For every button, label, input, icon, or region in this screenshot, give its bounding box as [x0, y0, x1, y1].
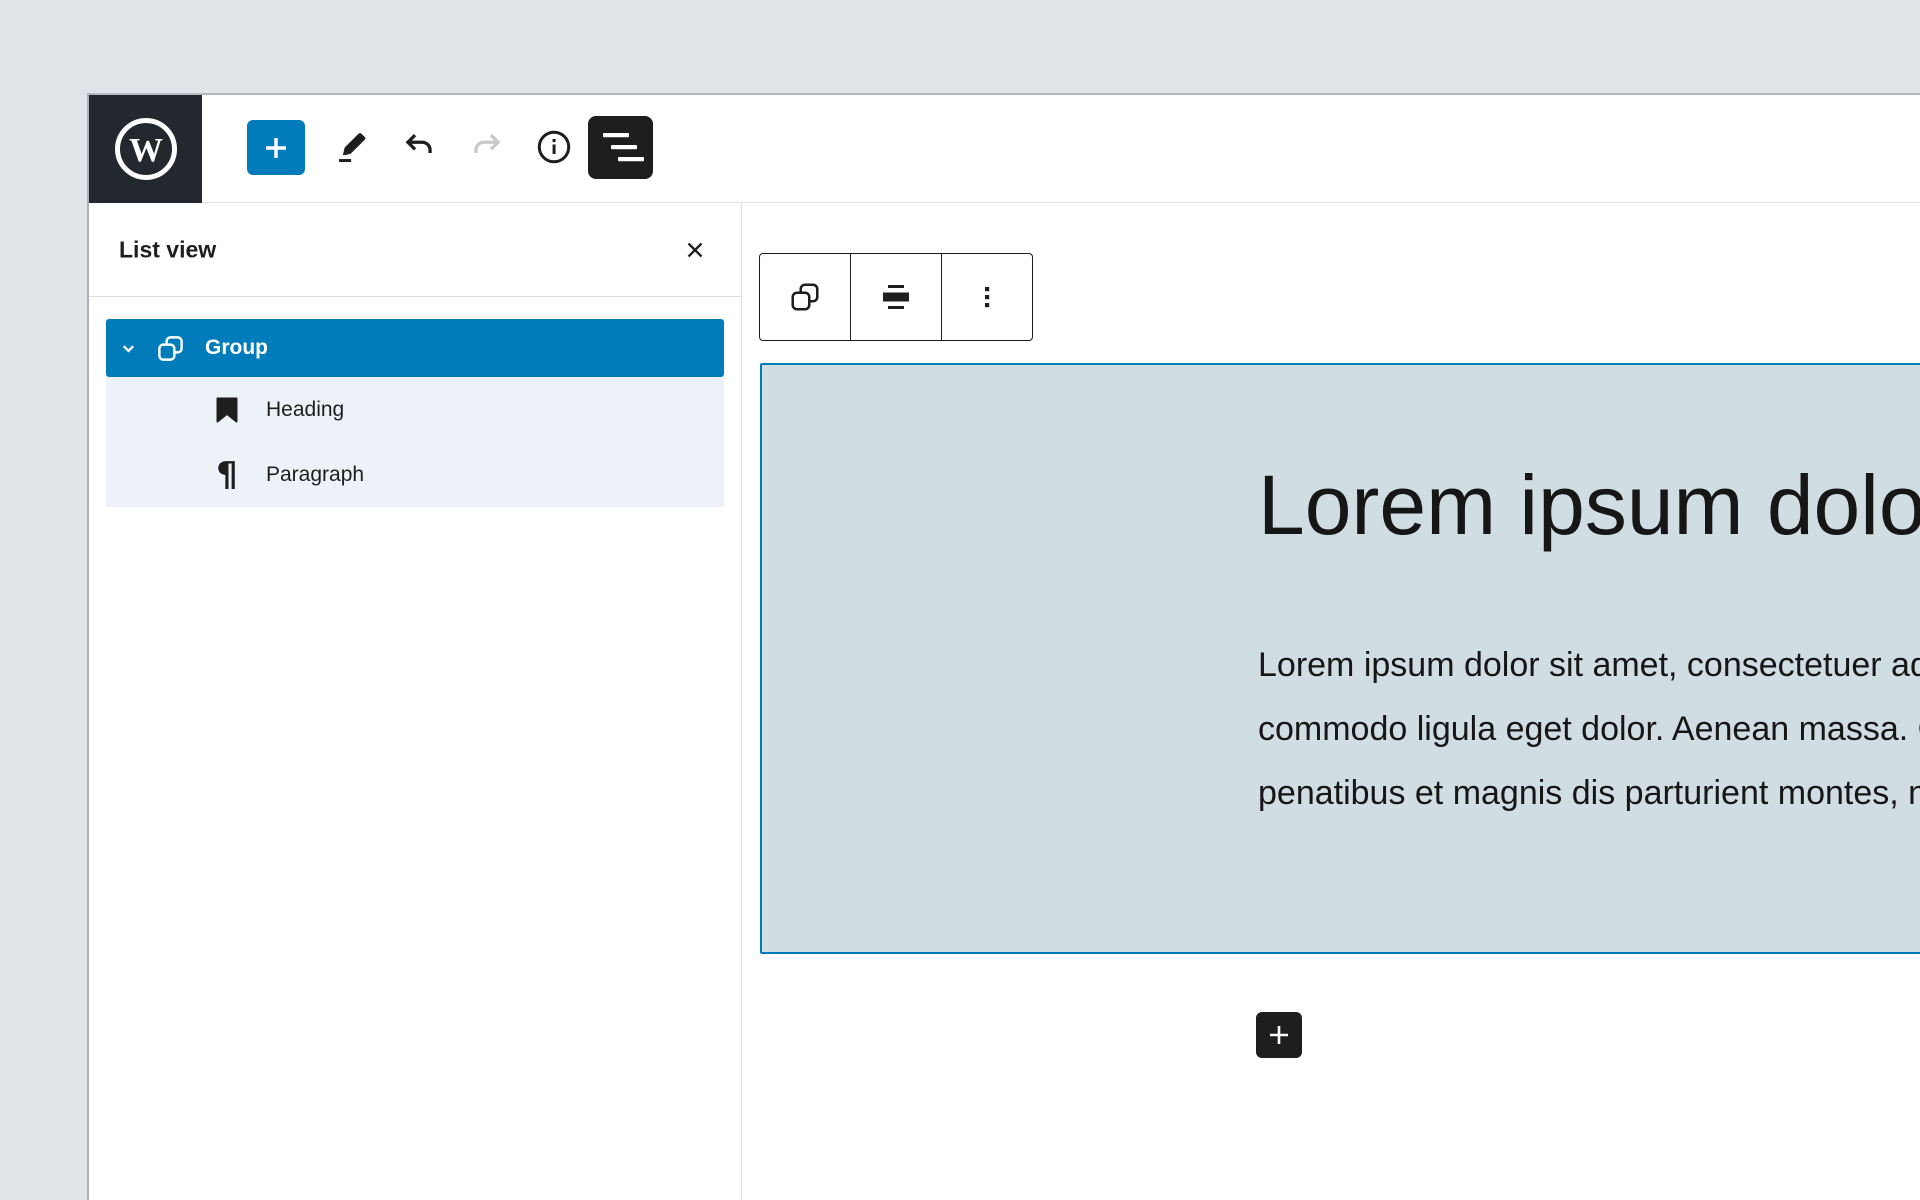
block-options-button[interactable] [942, 254, 1032, 340]
svg-text:W: W [129, 132, 163, 169]
editor-window: W [87, 93, 1920, 1200]
panel-title: List view [119, 236, 216, 263]
paragraph-line: penatibus et magnis dis parturient monte… [1258, 761, 1920, 825]
details-button[interactable] [532, 125, 576, 169]
paragraph-block[interactable]: Lorem ipsum dolor sit amet, consectetuer… [1258, 633, 1920, 825]
list-view-toggle-button[interactable] [588, 116, 653, 179]
top-toolbar: W [89, 95, 1920, 203]
tree-row-label: Heading [266, 398, 344, 422]
align-none-icon [878, 280, 914, 314]
change-alignment-button[interactable] [851, 254, 942, 340]
wordpress-logo-icon: W [113, 116, 179, 182]
undo-button[interactable] [397, 125, 441, 169]
tree-row-label: Paragraph [266, 463, 364, 487]
close-icon [683, 238, 707, 262]
pencil-icon [334, 128, 372, 166]
edit-mode-button[interactable] [331, 125, 375, 169]
undo-arrow-icon [400, 128, 438, 166]
paragraph-line: Lorem ipsum dolor sit amet, consectetuer… [1258, 633, 1920, 697]
tree-row-group[interactable]: Group [106, 319, 724, 377]
pilcrow-icon: ¶ [212, 458, 242, 492]
editor-canvas[interactable]: Lorem ipsum dolor sit amet Lorem ipsum d… [743, 203, 1920, 1200]
wordpress-menu-button[interactable]: W [89, 95, 202, 203]
plus-icon [1266, 1022, 1292, 1048]
heading-block[interactable]: Lorem ipsum dolor sit amet [1258, 455, 1920, 556]
transform-group-button[interactable] [760, 254, 851, 340]
tree-row-paragraph[interactable]: ¶ Paragraph [106, 442, 724, 507]
tree-row-label: Group [205, 336, 268, 360]
block-appender-button[interactable] [1256, 1012, 1302, 1058]
redo-button[interactable] [465, 125, 509, 169]
plus-icon [261, 133, 291, 163]
block-toolbar [759, 253, 1033, 341]
tree-row-heading[interactable]: Heading [106, 377, 724, 442]
redo-arrow-icon [468, 128, 506, 166]
selected-group-block[interactable]: Lorem ipsum dolor sit amet Lorem ipsum d… [760, 363, 1920, 954]
group-icon [156, 334, 185, 363]
list-view-icon [588, 116, 653, 179]
chevron-down-icon[interactable] [120, 340, 138, 357]
block-tree: Group Heading ¶ Paragraph [89, 297, 741, 507]
group-children: Heading ¶ Paragraph [106, 377, 724, 507]
list-view-panel-header: List view [89, 203, 741, 297]
info-icon [535, 128, 573, 166]
group-icon [789, 281, 821, 313]
add-block-button[interactable] [247, 120, 305, 175]
close-panel-button[interactable] [673, 228, 717, 272]
paragraph-line: commodo ligula eget dolor. Aenean massa.… [1258, 697, 1920, 761]
heading-bookmark-icon [212, 396, 242, 424]
list-view-panel: List view [89, 203, 742, 1200]
more-vertical-icon [970, 280, 1004, 314]
